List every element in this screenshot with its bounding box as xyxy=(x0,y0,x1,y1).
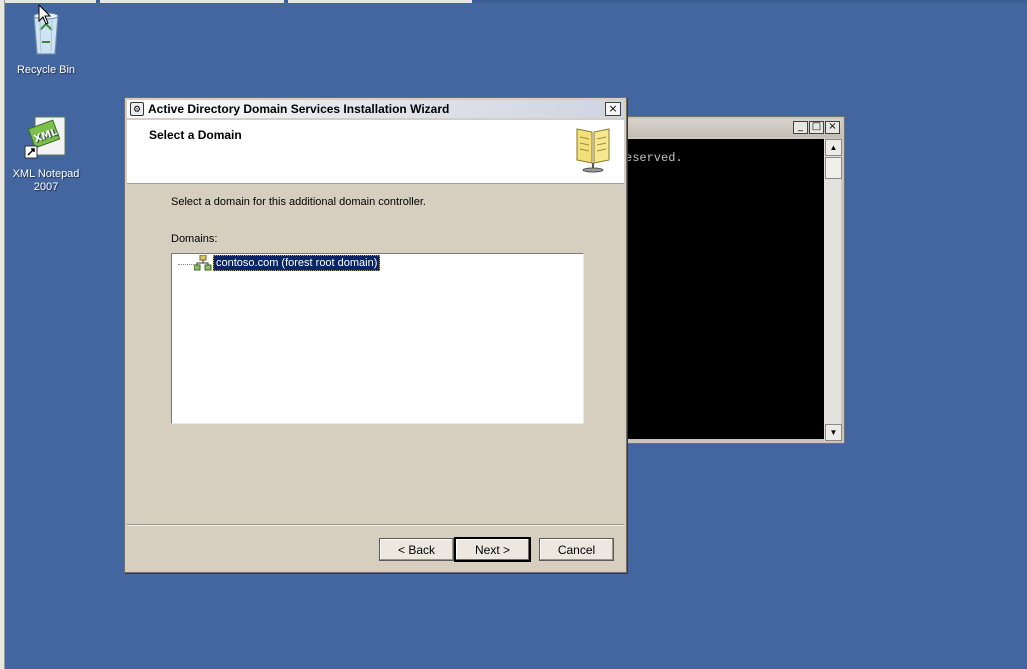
wizard-header: Select a Domain xyxy=(127,120,624,184)
instruction-text: Select a domain for this additional doma… xyxy=(171,196,426,208)
xml-notepad-icon: XML xyxy=(6,114,86,164)
taskbar-button[interactable] xyxy=(100,0,284,3)
cancel-button[interactable]: Cancel xyxy=(539,538,614,561)
domains-tree[interactable]: contoso.com (forest root domain) xyxy=(171,253,584,424)
console-output[interactable]: eserved. xyxy=(621,139,824,439)
scroll-down-icon[interactable]: ▼ xyxy=(825,424,842,441)
footer-separator xyxy=(127,524,624,526)
wizard-title: Active Directory Domain Services Install… xyxy=(148,102,450,116)
ad-ds-installation-wizard: ⚙ Active Directory Domain Services Insta… xyxy=(124,97,627,573)
tree-connector xyxy=(178,263,194,265)
page-title: Select a Domain xyxy=(149,128,242,142)
wizard-app-icon: ⚙ xyxy=(130,102,144,116)
console-scrollbar[interactable]: ▲ ▼ xyxy=(824,139,842,441)
console-window[interactable]: _ □ × eserved. ▲ ▼ xyxy=(617,116,845,444)
maximize-icon[interactable]: □ xyxy=(809,121,824,134)
minimize-icon[interactable]: _ xyxy=(793,121,808,134)
domain-tree-icon xyxy=(193,254,212,271)
domains-label: Domains: xyxy=(171,233,218,245)
domain-name: contoso.com (forest root domain) xyxy=(213,255,381,271)
console-title-bar[interactable]: _ □ × xyxy=(620,119,842,137)
next-button[interactable]: Next > xyxy=(455,538,530,561)
xml-notepad-label: XML Notepad 2007 xyxy=(12,168,80,193)
taskbar-button[interactable] xyxy=(4,0,96,3)
left-screen-edge xyxy=(0,0,5,669)
tree-item-domain[interactable]: contoso.com (forest root domain) xyxy=(178,254,381,271)
back-button[interactable]: < Back xyxy=(379,538,454,561)
directory-book-icon xyxy=(575,125,611,178)
close-icon[interactable]: × xyxy=(825,121,840,134)
xml-notepad-desktop-icon[interactable]: XML XML Notepad 2007 xyxy=(6,114,86,194)
wizard-title-bar[interactable]: ⚙ Active Directory Domain Services Insta… xyxy=(127,100,624,118)
mouse-cursor-icon xyxy=(38,3,52,31)
close-icon[interactable]: × xyxy=(605,102,621,116)
scroll-up-icon[interactable]: ▲ xyxy=(825,139,842,156)
taskbar-top-strip xyxy=(0,0,1027,3)
scroll-thumb[interactable] xyxy=(825,157,842,179)
taskbar-button[interactable] xyxy=(288,0,472,3)
console-output-text: eserved. xyxy=(625,151,683,165)
recycle-bin-label: Recycle Bin xyxy=(16,64,76,76)
wizard-body: Select a domain for this additional doma… xyxy=(127,184,624,524)
